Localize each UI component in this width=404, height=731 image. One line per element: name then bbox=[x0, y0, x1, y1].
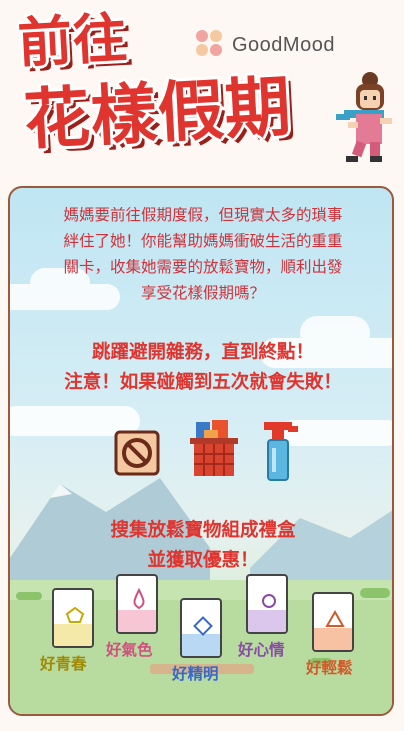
spray-bottle-icon bbox=[264, 422, 298, 481]
collect-line: 並獲取優惠！ bbox=[147, 550, 259, 571]
title-line-2: 花樣假期 bbox=[21, 68, 294, 159]
game-info-panel: 媽媽要前往假期度假，但現實太多的瑣事 絆住了她！你能幫助媽媽衝破生活的重重 關卡… bbox=[8, 186, 394, 716]
obstacle-icons bbox=[10, 420, 392, 486]
rules-text: 跳躍避開雜務，直到終點！ 注意！如果碰觸到五次就會失敗！ bbox=[20, 338, 386, 398]
treasure-card-smart bbox=[180, 598, 222, 658]
rules-line: 注意！如果碰觸到五次就會失敗！ bbox=[64, 372, 342, 393]
treasure-label: 好精明 bbox=[172, 665, 219, 683]
goodmood-logo-icon bbox=[196, 30, 226, 60]
treasure-label: 好氣色 bbox=[106, 641, 153, 659]
intro-text: 媽媽要前往假期度假，但現實太多的瑣事 絆住了她！你能幫助媽媽衝破生活的重重 關卡… bbox=[24, 202, 382, 306]
treasure-card-complexion bbox=[116, 574, 158, 634]
intro-line: 絆住了她！你能幫助媽媽衝破生活的重重 bbox=[63, 232, 343, 250]
header: 前往 花樣假期 GoodMood bbox=[0, 0, 404, 178]
laundry-basket-icon bbox=[190, 420, 238, 476]
treasure-label: 好青春 bbox=[40, 655, 87, 673]
rules-line: 跳躍避開雜務，直到終點！ bbox=[91, 342, 314, 363]
treasure-cards: 好青春 好氣色 好精明 好心情 好輕鬆 bbox=[10, 574, 392, 714]
title-line-1: 前往 bbox=[16, 6, 130, 75]
intro-line: 關卡，收集她需要的放鬆寶物，順利出發 bbox=[63, 258, 343, 276]
collect-text: 搜集放鬆寶物組成禮盒 並獲取優惠！ bbox=[20, 516, 386, 576]
treasure-label: 好心情 bbox=[238, 641, 285, 659]
collect-line: 搜集放鬆寶物組成禮盒 bbox=[110, 520, 296, 541]
no-sign-icon bbox=[114, 430, 160, 476]
treasure-card-youth bbox=[52, 588, 94, 648]
treasure-card-relax bbox=[312, 592, 354, 652]
intro-line: 媽媽要前往假期度假，但現實太多的瑣事 bbox=[63, 206, 343, 224]
intro-line: 享受花樣假期嗎？ bbox=[140, 284, 265, 302]
mom-character-icon bbox=[336, 72, 392, 162]
treasure-card-mood bbox=[246, 574, 288, 634]
treasure-label: 好輕鬆 bbox=[306, 659, 353, 677]
brand-logo: GoodMood bbox=[196, 30, 335, 60]
brand-name: GoodMood bbox=[232, 33, 335, 56]
